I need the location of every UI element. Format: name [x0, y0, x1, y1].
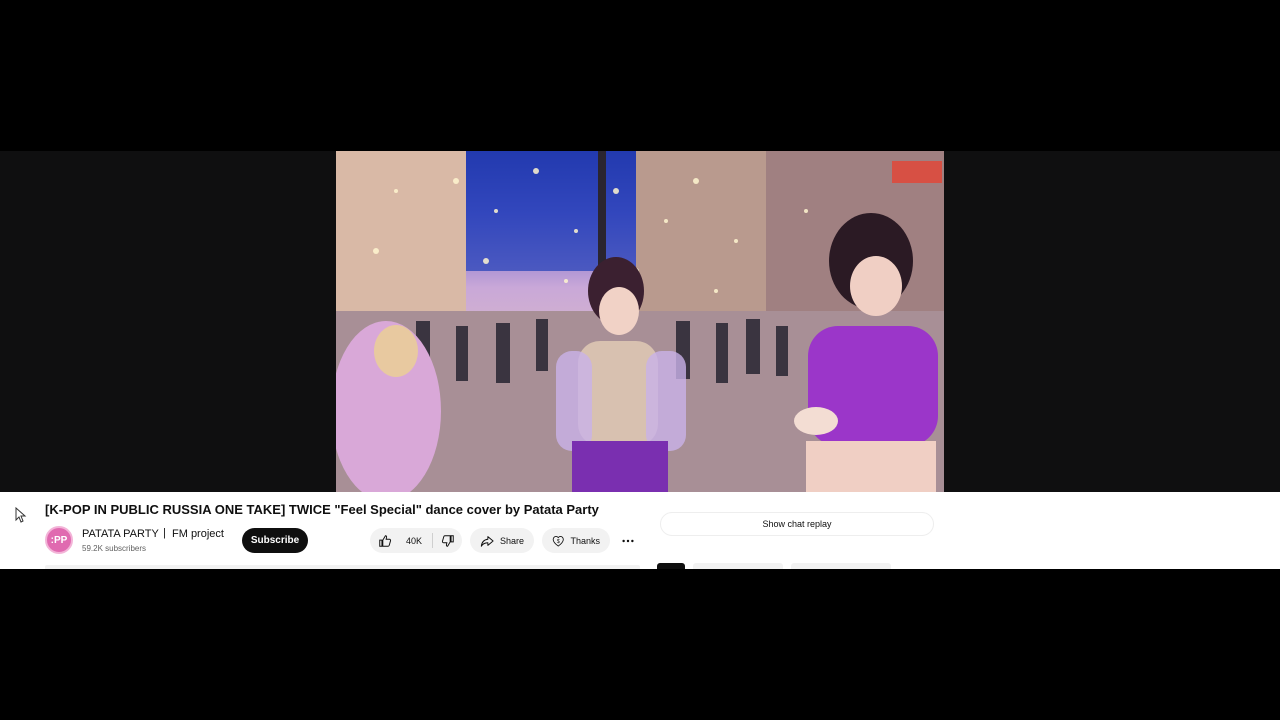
more-actions-button[interactable] — [616, 528, 640, 553]
dislike-button[interactable] — [433, 528, 462, 553]
video-title: [K-POP IN PUBLIC RUSSIA ONE TAKE] TWICE … — [45, 502, 599, 517]
channel-separator: | — [163, 527, 166, 539]
mouse-pointer-icon — [15, 507, 27, 523]
letterbox-bottom — [0, 569, 1280, 720]
thanks-label: Thanks — [570, 535, 600, 546]
video-player[interactable] — [0, 151, 1280, 492]
share-label: Share — [499, 535, 524, 546]
thanks-button[interactable]: $ Thanks — [542, 528, 610, 553]
video-frame[interactable] — [336, 151, 944, 492]
channel-avatar[interactable]: :PP — [45, 526, 73, 554]
like-count: 40K — [406, 535, 423, 546]
more-horizontal-icon — [622, 539, 634, 542]
share-button[interactable]: Share — [470, 528, 534, 553]
heart-dollar-icon: $ — [552, 535, 564, 547]
collab-channel-link[interactable]: FM project — [172, 528, 224, 540]
channel-name-link[interactable]: PATATA PARTY — [82, 528, 159, 540]
video-still-image — [336, 151, 944, 492]
thumbs-down-icon — [441, 534, 454, 547]
svg-text:$: $ — [557, 538, 560, 544]
letterbox-top — [0, 0, 1280, 151]
subscriber-count: 59.2K subscribers — [82, 544, 147, 553]
thumbs-up-icon — [379, 534, 392, 547]
like-dislike-group: 40K — [370, 528, 462, 553]
show-chat-replay-button[interactable]: Show chat replay — [660, 512, 934, 536]
subscribe-button[interactable]: Subscribe — [242, 528, 308, 553]
share-arrow-icon — [480, 535, 494, 547]
like-button[interactable]: 40K — [370, 528, 432, 553]
